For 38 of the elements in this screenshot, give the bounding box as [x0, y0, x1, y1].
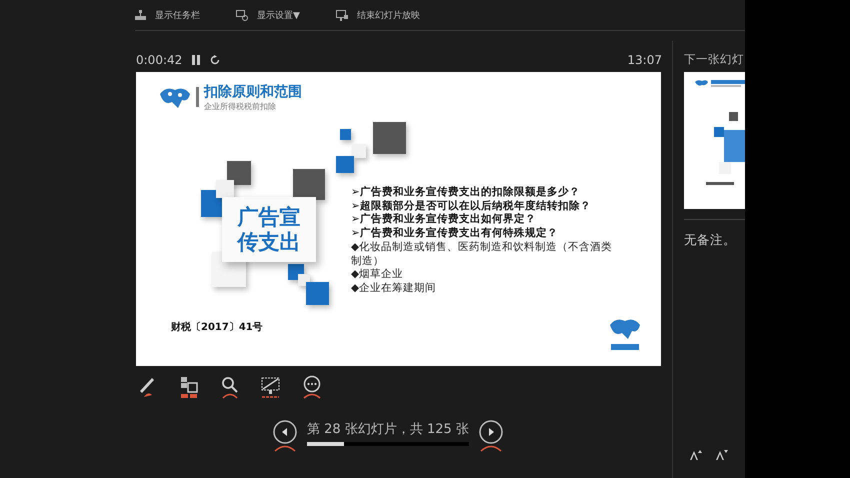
question-text: ➢广告费和业务宣传费支出的扣除限额是多少？: [351, 186, 581, 200]
restart-icon[interactable]: [210, 55, 220, 65]
decorative-square: [293, 169, 325, 200]
slide-footer: 财税〔2017〕41号: [171, 320, 263, 334]
question-text: ➢广告费和业务宣传费支出有何特殊规定？: [351, 227, 559, 241]
next-slide-icon[interactable]: [478, 420, 504, 452]
font-increase-icon[interactable]: [690, 450, 702, 460]
bullet-text: ◆化妆品制造或销售、医药制造和饮料制造（不含酒类制造）: [351, 240, 614, 268]
pause-icon[interactable]: [192, 55, 200, 65]
elapsed-time: 0:00:42: [136, 53, 182, 67]
slide-title: 扣除原则和范围: [204, 83, 302, 101]
notes-text: 无备注。: [684, 232, 737, 249]
question-text: ➢广告费和业务宣传费支出如何界定？: [351, 213, 537, 226]
next-slide-label: 下一张幻灯: [684, 51, 745, 68]
slide-counter: 第 28 张幻灯片，共 125 张: [307, 422, 469, 438]
logo-icon: [158, 86, 192, 110]
decorative-square: [352, 144, 366, 158]
decorative-square: [373, 122, 406, 154]
topic-title: 广告宣: [238, 204, 300, 230]
toolbar-button[interactable]: 显示设置▼: [257, 8, 300, 22]
topic-title: 传支出: [238, 230, 300, 254]
question-text: ➢超限额部分是否可以在以后纳税年度结转扣除？: [351, 200, 592, 212]
display-settings-icon[interactable]: [236, 10, 248, 20]
bullet-text: ◆企业在筹建期间: [351, 282, 438, 296]
slide-subtitle: 企业所得税税前扣除: [204, 101, 276, 112]
decorative-square: [340, 129, 351, 140]
logo-icon: [607, 317, 643, 353]
decorative-square: [227, 161, 251, 185]
previous-slide-icon[interactable]: [272, 420, 298, 452]
taskbar-icon[interactable]: [135, 10, 146, 20]
clock-time: 13:07: [627, 53, 662, 67]
toolbar-button[interactable]: 结束幻灯片放映: [356, 8, 420, 22]
end-show-icon[interactable]: [336, 10, 348, 20]
next-slide-thumbnail[interactable]: [684, 72, 745, 209]
font-decrease-icon[interactable]: [716, 450, 728, 460]
decorative-square: [336, 156, 354, 173]
toolbar-button[interactable]: 显示任务栏: [155, 8, 200, 22]
bullet-text: ◆烟草企业: [351, 268, 404, 282]
